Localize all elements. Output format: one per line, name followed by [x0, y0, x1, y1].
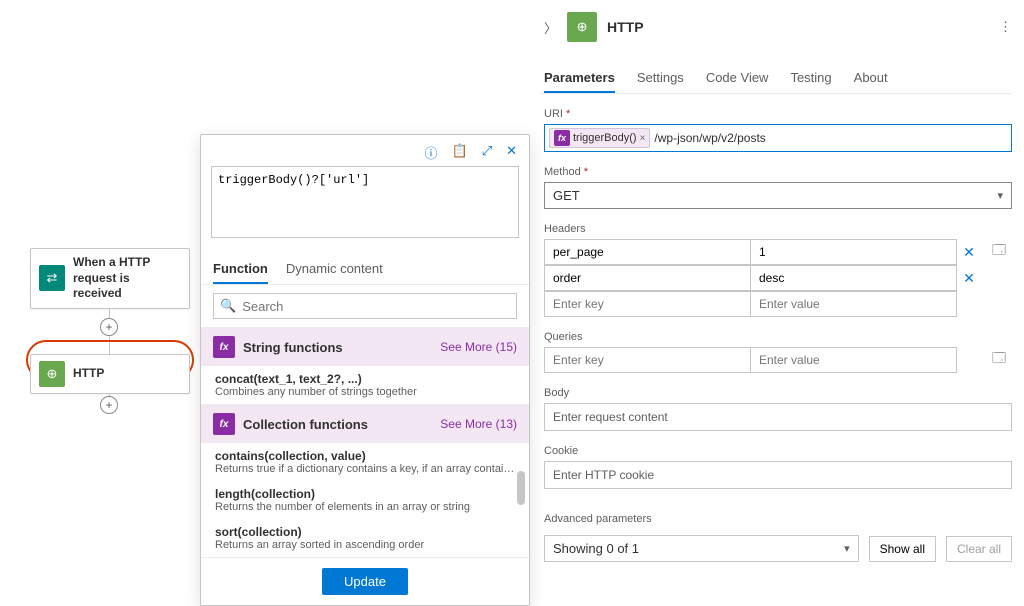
method-value: GET: [553, 188, 580, 203]
label-method: Method: [540, 166, 1012, 178]
http-action-icon: ⊕: [567, 12, 597, 42]
function-contains[interactable]: contains(collection, value) Returns true…: [201, 443, 529, 481]
label-body: Body: [540, 387, 1012, 399]
header-key-input[interactable]: [544, 239, 751, 265]
see-more-link[interactable]: See More (13): [440, 417, 517, 431]
delete-row-icon[interactable]: ✕: [956, 244, 982, 261]
info-icon[interactable]: ⓘ: [424, 143, 437, 162]
search-input[interactable]: [242, 299, 510, 314]
action-node-http[interactable]: ⊕ HTTP: [30, 354, 190, 394]
properties-panel: 〉 ⊕ HTTP ⋮ Parameters Settings Code View…: [540, 0, 1024, 588]
header-row: ✕: [544, 265, 982, 291]
chevron-down-icon: ▾: [844, 542, 850, 555]
expression-editor-popup: ⓘ 📋 ⤢ ✕ Function Dynamic content 🔍 fx St…: [200, 134, 530, 606]
chevron-down-icon: ▾: [997, 189, 1003, 202]
fx-icon: fx: [213, 413, 235, 435]
remove-token-icon[interactable]: ×: [640, 133, 646, 144]
tab-code-view[interactable]: Code View: [706, 64, 769, 93]
queries-table: ✕: [544, 347, 982, 373]
trigger-node-http-request[interactable]: ⇄ When a HTTP request is received: [30, 248, 190, 309]
advanced-params-dropdown[interactable]: Showing 0 of 1 ▾: [544, 535, 859, 562]
scrollbar[interactable]: [517, 471, 525, 505]
tab-parameters[interactable]: Parameters: [544, 64, 615, 93]
panel-title: HTTP: [607, 19, 644, 35]
category-string-functions[interactable]: fx String functions See More (15): [201, 327, 529, 366]
header-value-input[interactable]: [750, 291, 957, 317]
fx-icon: fx: [213, 336, 235, 358]
advanced-showing-text: Showing 0 of 1: [553, 541, 639, 556]
query-key-input[interactable]: [544, 347, 751, 373]
update-button[interactable]: Update: [322, 568, 408, 595]
see-more-link[interactable]: See More (15): [440, 340, 517, 354]
panel-menu-icon[interactable]: ⋮: [999, 19, 1012, 35]
node-label: When a HTTP request is received: [73, 255, 181, 302]
label-cookie: Cookie: [540, 445, 1012, 457]
label-uri: URI: [540, 108, 1012, 120]
cookie-input[interactable]: Enter HTTP cookie: [544, 461, 1012, 489]
category-title: String functions: [243, 340, 343, 355]
http-trigger-icon: ⇄: [39, 265, 65, 291]
header-key-input[interactable]: [544, 291, 751, 317]
header-row-new: ✕: [544, 291, 982, 317]
query-row-new: ✕: [544, 347, 982, 373]
label-headers: Headers: [540, 223, 1012, 235]
clear-all-button[interactable]: Clear all: [946, 536, 1012, 562]
add-step-button[interactable]: +: [100, 318, 118, 336]
http-action-icon: ⊕: [39, 361, 65, 387]
function-length[interactable]: length(collection) Returns the number of…: [201, 481, 529, 519]
function-sort[interactable]: sort(collection) Returns an array sorted…: [201, 519, 529, 557]
expression-token[interactable]: fx triggerBody() ×: [549, 128, 650, 148]
header-value-input[interactable]: [750, 239, 957, 265]
header-value-input[interactable]: [750, 265, 957, 291]
category-title: Collection functions: [243, 417, 368, 432]
tab-settings[interactable]: Settings: [637, 64, 684, 93]
function-search[interactable]: 🔍: [213, 293, 517, 319]
close-icon[interactable]: ✕: [506, 143, 517, 162]
fx-icon: fx: [554, 130, 570, 146]
delete-row-icon[interactable]: ✕: [956, 270, 982, 287]
category-collection-functions[interactable]: fx Collection functions See More (13): [201, 404, 529, 443]
method-dropdown[interactable]: GET ▾: [544, 182, 1012, 209]
toggle-view-icon[interactable]: 🗔: [986, 343, 1012, 371]
header-row: ✕: [544, 239, 982, 265]
header-key-input[interactable]: [544, 265, 751, 291]
show-all-button[interactable]: Show all: [869, 536, 936, 562]
uri-text: /wp-json/wp/v2/posts: [654, 131, 1007, 145]
designer-canvas: ⇄ When a HTTP request is received + ⊕ HT…: [0, 0, 530, 588]
body-input[interactable]: Enter request content: [544, 403, 1012, 431]
headers-table: ✕ ✕ ✕: [544, 239, 982, 317]
tab-testing[interactable]: Testing: [790, 64, 831, 93]
search-icon: 🔍: [220, 298, 236, 314]
label-queries: Queries: [540, 331, 1012, 343]
uri-input[interactable]: fx triggerBody() × /wp-json/wp/v2/posts: [544, 124, 1012, 152]
clipboard-icon[interactable]: 📋: [452, 143, 468, 162]
tab-about[interactable]: About: [854, 64, 888, 93]
toggle-view-icon[interactable]: 🗔: [986, 235, 1012, 263]
collapse-panel-icon[interactable]: 〉: [544, 18, 557, 37]
node-label: HTTP: [73, 366, 104, 382]
add-step-button[interactable]: +: [100, 396, 118, 414]
function-concat[interactable]: concat(text_1, text_2?, ...) Combines an…: [201, 366, 529, 404]
query-value-input[interactable]: [750, 347, 957, 373]
expand-icon[interactable]: ⤢: [482, 143, 492, 162]
expression-textarea[interactable]: [211, 166, 519, 238]
tab-function[interactable]: Function: [213, 255, 268, 284]
tab-dynamic-content[interactable]: Dynamic content: [286, 255, 383, 284]
label-advanced: Advanced parameters: [540, 513, 1012, 525]
